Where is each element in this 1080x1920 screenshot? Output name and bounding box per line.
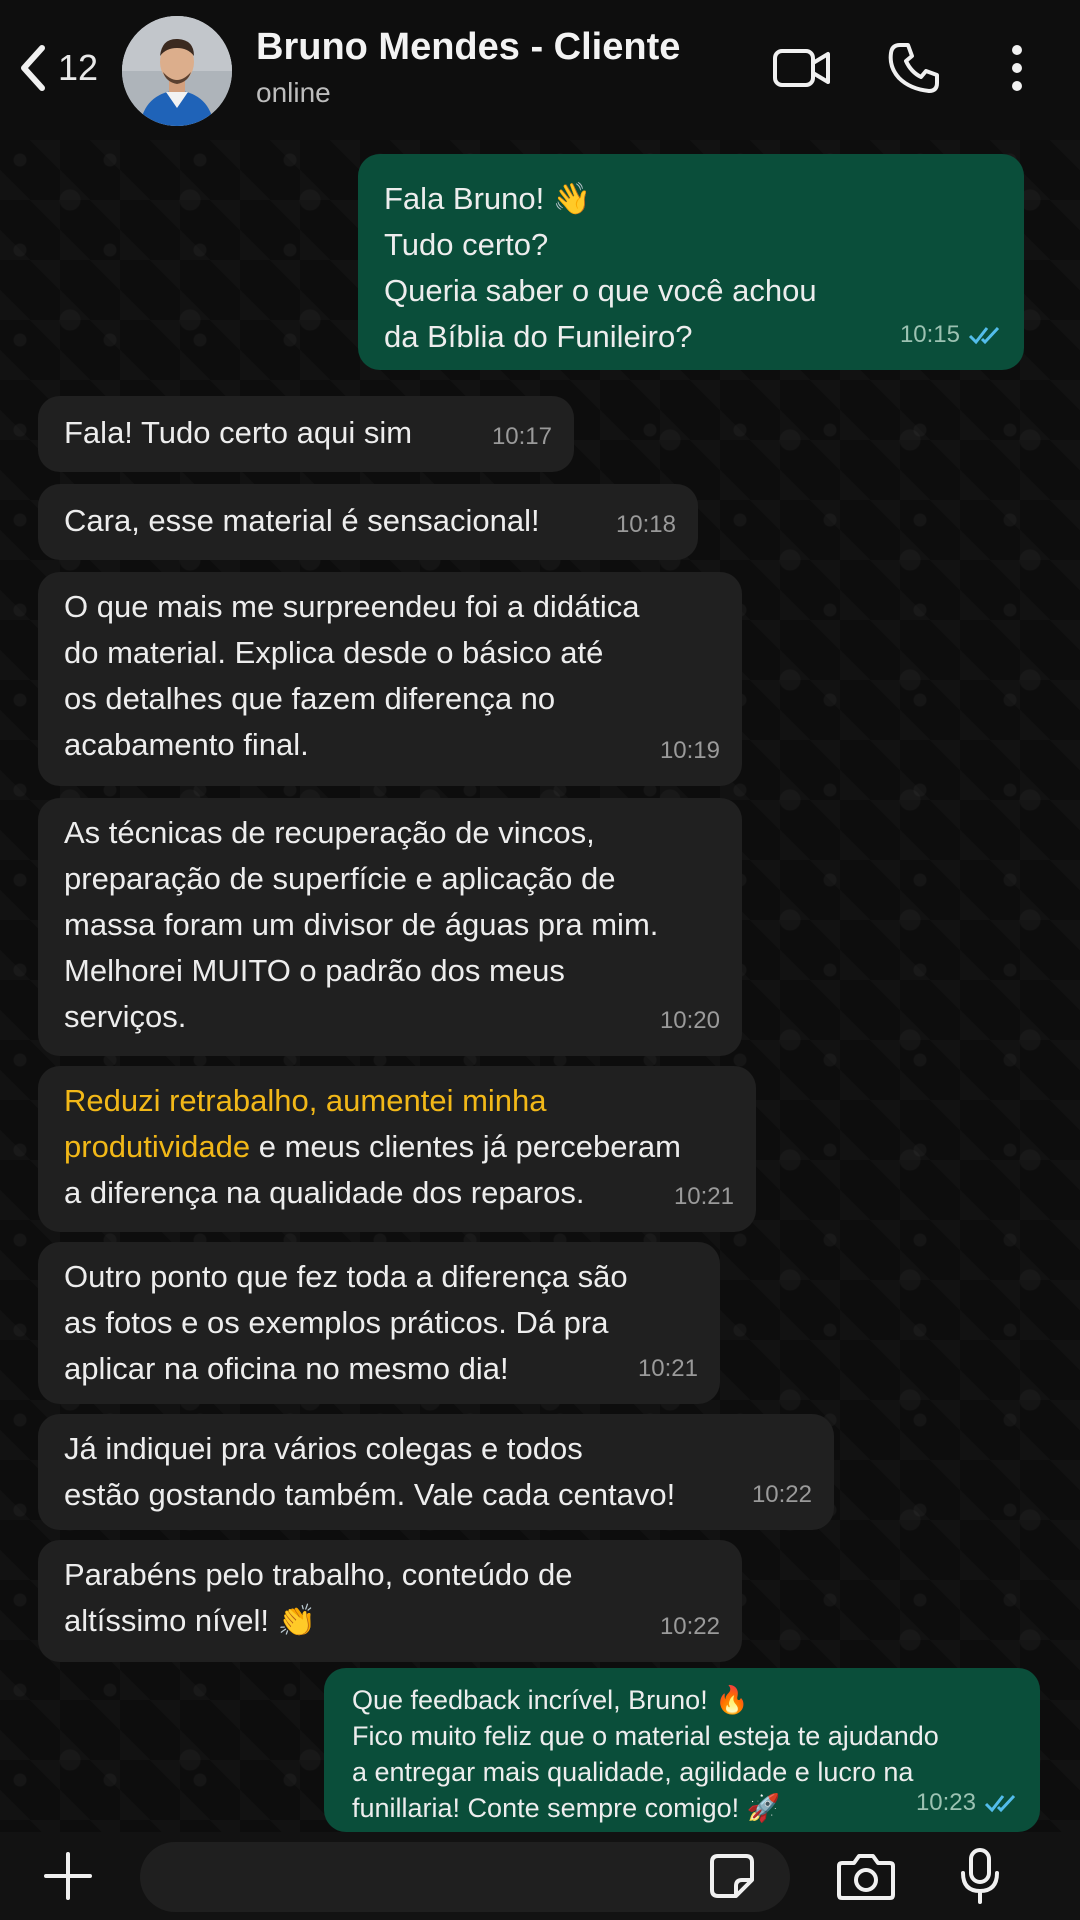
camera-button[interactable] bbox=[834, 1844, 898, 1908]
message-bubble-incoming[interactable]: Já indiquei pra vários colegas e todos e… bbox=[38, 1414, 834, 1530]
microphone-button[interactable] bbox=[948, 1844, 1012, 1908]
composer-bar bbox=[0, 1832, 1080, 1920]
message-time: 10:20 bbox=[659, 1007, 720, 1034]
video-call-icon bbox=[773, 49, 830, 87]
contact-name: Bruno Mendes - Cliente bbox=[256, 26, 681, 68]
message-time: 10:21 bbox=[637, 1355, 698, 1382]
message-text: As técnicas de recuperação de vincos, pr… bbox=[64, 815, 659, 1034]
microphone-icon bbox=[961, 1848, 999, 1904]
chat-header: 12 Bruno Mendes - Cliente online bbox=[0, 0, 1080, 140]
sticker-button[interactable] bbox=[700, 1844, 764, 1908]
message-bubble-incoming[interactable]: Cara, esse material é sensacional! 10:18 bbox=[38, 484, 698, 560]
sticker-icon bbox=[710, 1854, 754, 1898]
message-text: Outro ponto que fez toda a diferença são… bbox=[64, 1259, 628, 1386]
message-text: O que mais me surpreendeu foi a didática… bbox=[64, 589, 640, 762]
message-time: 10:21 bbox=[673, 1183, 734, 1210]
message-input[interactable] bbox=[140, 1842, 790, 1912]
message-time: 10:19 bbox=[659, 737, 720, 764]
message-time: 10:17 bbox=[491, 423, 552, 450]
camera-icon bbox=[837, 1854, 895, 1900]
message-bubble-incoming[interactable]: Outro ponto que fez toda a diferença são… bbox=[38, 1242, 720, 1404]
message-time: 10:22 bbox=[659, 1613, 720, 1640]
message-time: 10:22 bbox=[751, 1481, 812, 1508]
message-bubble-outgoing[interactable]: Fala Bruno! 👋 Tudo certo? Queria saber o… bbox=[358, 154, 1024, 370]
message-time: 10:23 bbox=[915, 1789, 976, 1816]
message-bubble-incoming[interactable]: Parabéns pelo trabalho, conteúdo de altí… bbox=[38, 1540, 742, 1662]
contact-info[interactable]: Bruno Mendes - Cliente online bbox=[256, 26, 680, 109]
message-time: 10:18 bbox=[615, 511, 676, 538]
message-bubble-incoming[interactable]: Fala! Tudo certo aqui sim 10:17 bbox=[38, 396, 574, 472]
read-receipt-icon bbox=[984, 1794, 1016, 1813]
message-list[interactable]: Fala Bruno! 👋 Tudo certo? Queria saber o… bbox=[0, 140, 1080, 1832]
read-receipt-icon bbox=[968, 326, 1000, 345]
back-chevron-icon bbox=[21, 45, 45, 91]
message-text: Cara, esse material é sensacional! bbox=[64, 503, 540, 538]
message-bubble-incoming[interactable]: As técnicas de recuperação de vincos, pr… bbox=[38, 798, 742, 1056]
message-time: 10:15 bbox=[899, 321, 960, 348]
message-text: Que feedback incrível, Bruno! 🔥 Fico mui… bbox=[352, 1685, 939, 1823]
video-call-button[interactable] bbox=[770, 38, 834, 98]
message-text: Parabéns pelo trabalho, conteúdo de altí… bbox=[64, 1557, 573, 1638]
more-options-button[interactable] bbox=[1000, 38, 1034, 98]
phone-call-icon bbox=[888, 43, 939, 93]
more-options-icon bbox=[1012, 45, 1022, 91]
back-button[interactable]: 12 bbox=[14, 40, 134, 96]
attach-button[interactable] bbox=[38, 1846, 98, 1906]
message-text: Já indiquei pra vários colegas e todos e… bbox=[64, 1431, 676, 1512]
message-bubble-outgoing[interactable]: Que feedback incrível, Bruno! 🔥 Fico mui… bbox=[324, 1668, 1040, 1832]
voice-call-button[interactable] bbox=[884, 38, 944, 98]
message-text: Fala! Tudo certo aqui sim bbox=[64, 415, 413, 450]
avatar[interactable] bbox=[122, 16, 232, 126]
contact-status: online bbox=[256, 77, 331, 108]
message-bubble-incoming[interactable]: Reduzi retrabalho, aumentei minha produt… bbox=[38, 1066, 756, 1232]
unread-count: 12 bbox=[58, 47, 99, 88]
plus-icon bbox=[44, 1852, 92, 1900]
message-text: Reduzi retrabalho, aumentei minha produt… bbox=[64, 1078, 730, 1216]
message-bubble-incoming[interactable]: O que mais me surpreendeu foi a didática… bbox=[38, 572, 742, 786]
